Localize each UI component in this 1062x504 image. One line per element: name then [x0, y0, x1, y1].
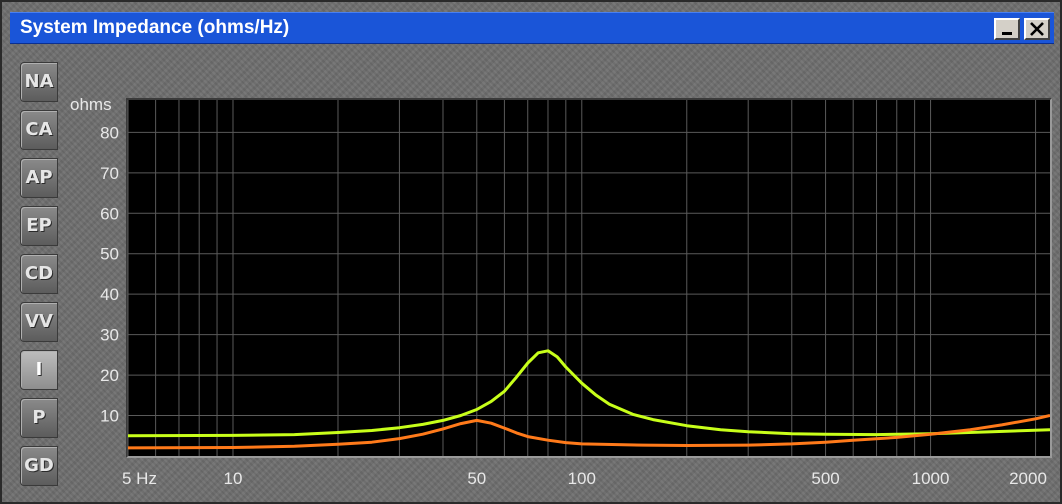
impedance-window: System Impedance (ohms/Hz) NA CA AP EP C…: [0, 0, 1062, 504]
x-tick-label-2000: 2000: [1009, 469, 1047, 488]
y-tick-label-30: 30: [100, 326, 119, 345]
y-tick-label-70: 70: [100, 164, 119, 183]
x-tick-label-10: 10: [224, 469, 243, 488]
x-tick-labels: 5 Hz 10 50 100 500 1000 2000: [122, 469, 1047, 488]
x-tick-label-50: 50: [467, 469, 486, 488]
y-tick-label-80: 80: [100, 123, 119, 142]
x-tick-label-500: 500: [811, 469, 839, 488]
y-tick-label-50: 50: [100, 245, 119, 264]
impedance-chart: ohms 10 20 30 40 50 60 70 80 5 Hz 10 50 100 500 1000…: [70, 95, 1050, 488]
y-tick-labels: 10 20 30 40 50 60 70 80: [100, 123, 119, 425]
plot-background: [128, 100, 1050, 456]
y-tick-label-40: 40: [100, 285, 119, 304]
y-tick-label-20: 20: [100, 366, 119, 385]
x-tick-label-5: 5 Hz: [122, 469, 157, 488]
y-axis-label: ohms: [70, 95, 112, 114]
y-tick-label-10: 10: [100, 407, 119, 426]
y-tick-label-60: 60: [100, 204, 119, 223]
x-tick-label-100: 100: [568, 469, 596, 488]
x-tick-label-1000: 1000: [912, 469, 950, 488]
